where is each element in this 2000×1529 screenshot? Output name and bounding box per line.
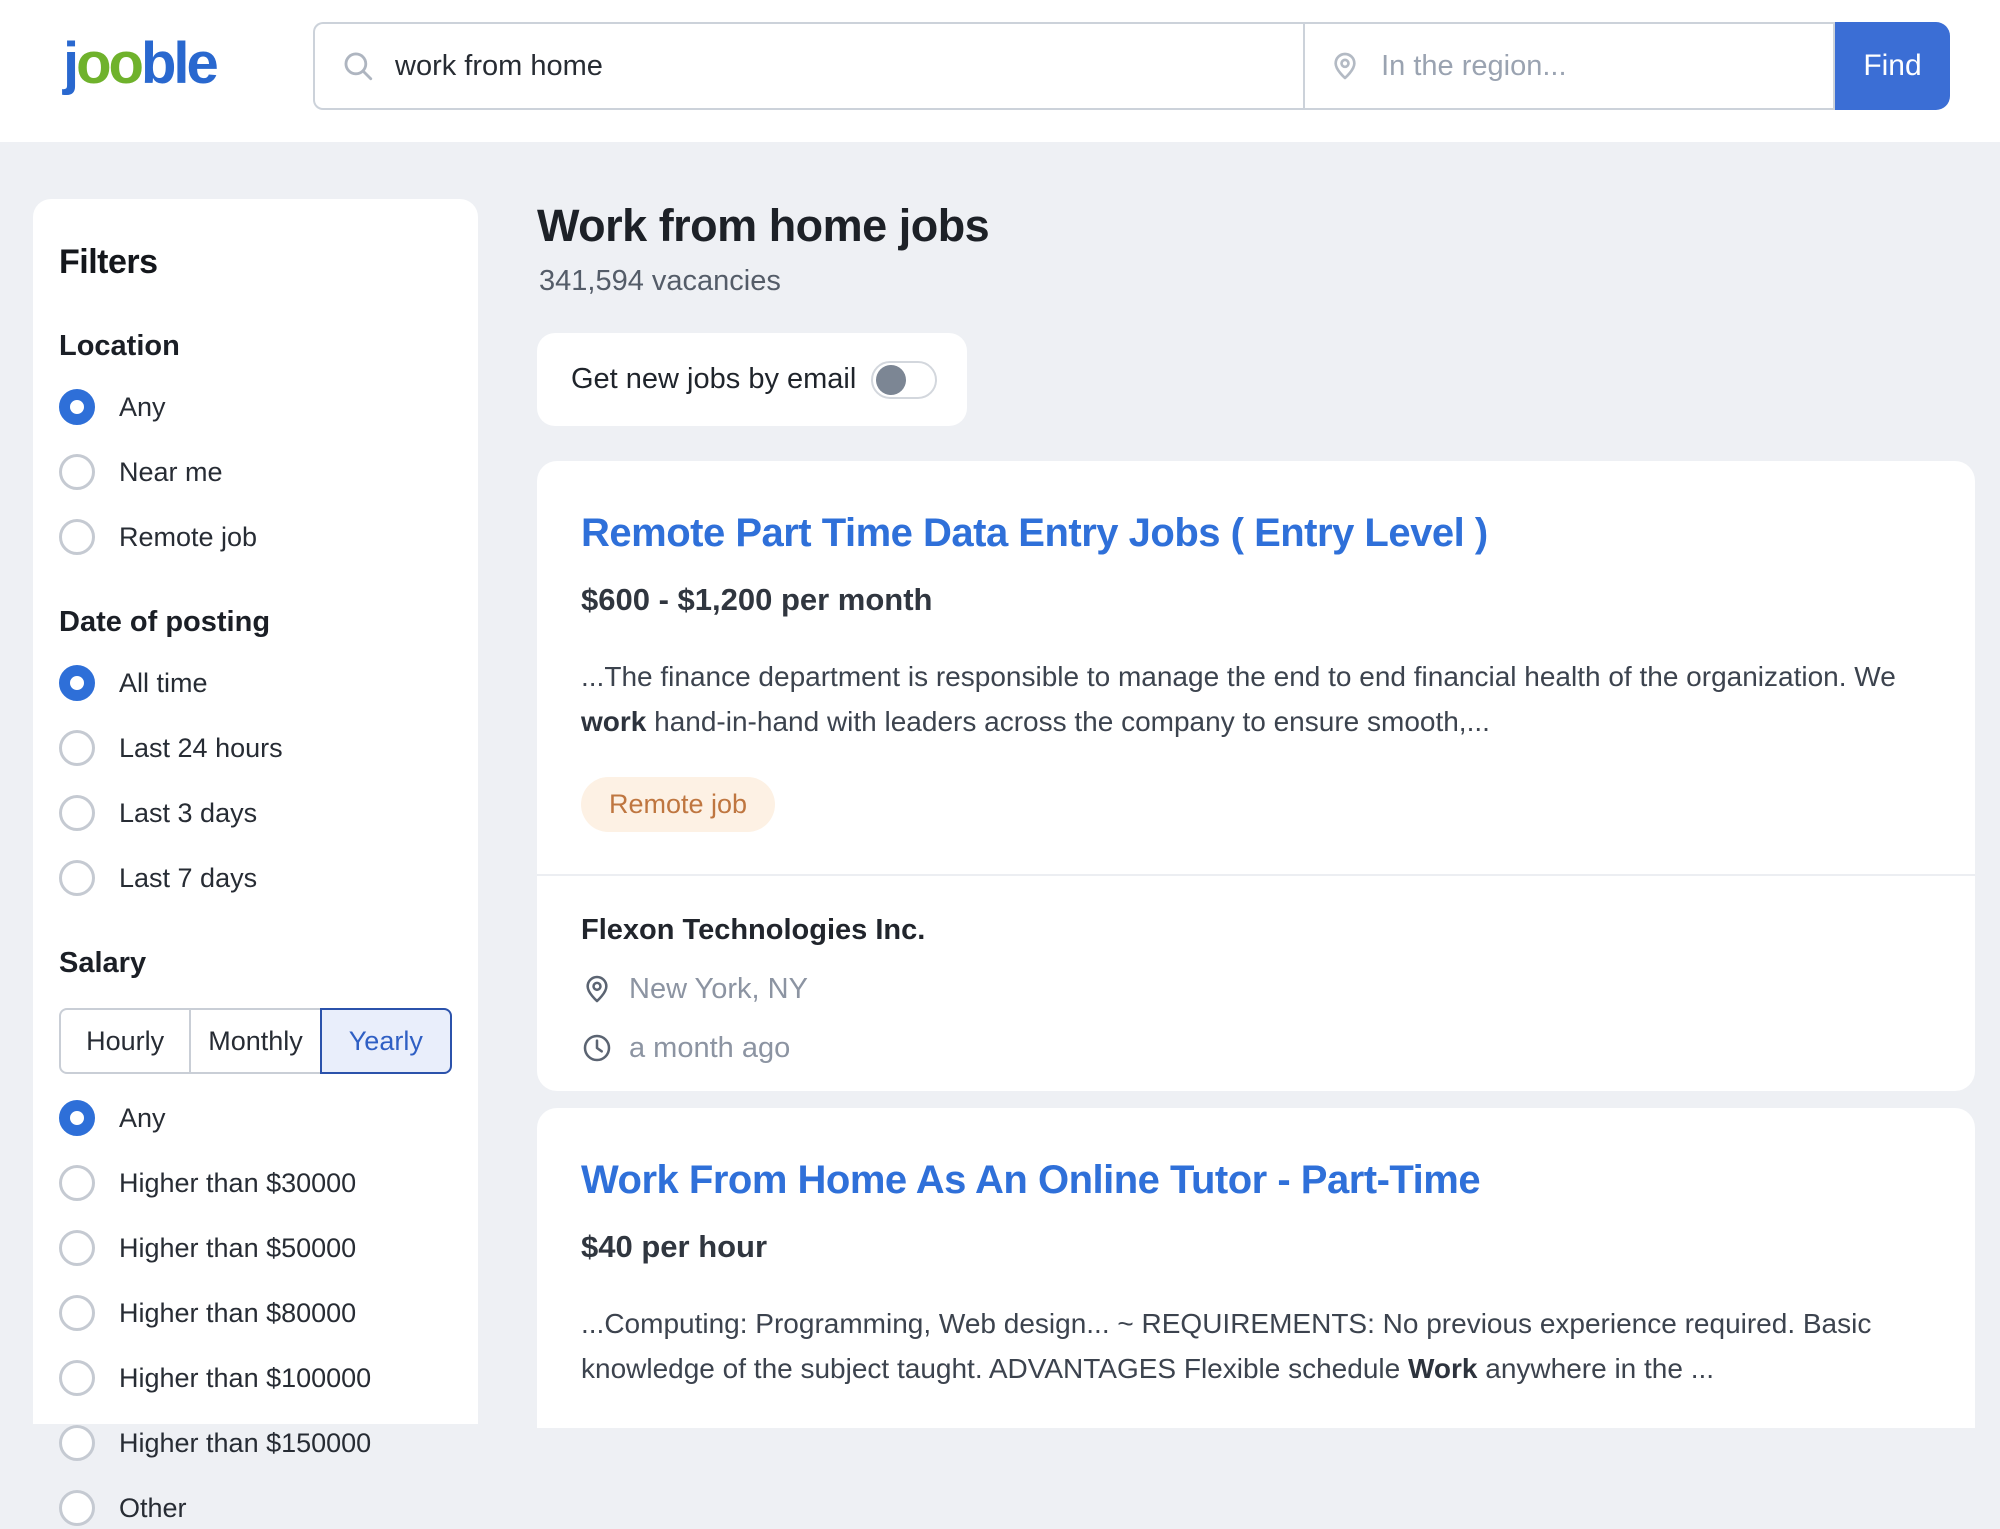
desc-highlight: work bbox=[581, 706, 646, 737]
date-option-last-7-days[interactable]: Last 7 days bbox=[59, 857, 452, 899]
location-option-remote-job[interactable]: Remote job bbox=[59, 516, 452, 558]
radio-label: Near me bbox=[119, 457, 223, 488]
job-description: ...Computing: Programming, Web design...… bbox=[581, 1301, 1931, 1392]
region-field-wrap bbox=[1303, 22, 1835, 110]
date-section-label: Date of posting bbox=[59, 606, 452, 639]
location-section-label: Location bbox=[59, 330, 452, 363]
keyword-field-wrap bbox=[313, 22, 1303, 110]
job-title-link[interactable]: Remote Part Time Data Entry Jobs ( Entry… bbox=[581, 461, 1931, 556]
date-option-last-24-hours[interactable]: Last 24 hours bbox=[59, 727, 452, 769]
location-pin-icon bbox=[1329, 50, 1361, 82]
desc-text: hand-in-hand with leaders across the com… bbox=[646, 706, 1490, 737]
radio-label: Any bbox=[119, 1103, 166, 1134]
search-icon bbox=[341, 49, 375, 83]
clock-icon bbox=[581, 1032, 613, 1064]
salary-option-30000[interactable]: Higher than $30000 bbox=[59, 1162, 452, 1204]
jooble-logo[interactable]: jooble bbox=[63, 30, 216, 97]
top-header: jooble Find bbox=[0, 0, 2000, 142]
salary-option-150000[interactable]: Higher than $150000 bbox=[59, 1422, 452, 1464]
email-subscribe-toggle[interactable] bbox=[871, 361, 937, 399]
job-posted: a month ago bbox=[629, 1032, 790, 1065]
job-title-link[interactable]: Work From Home As An Online Tutor - Part… bbox=[581, 1108, 1931, 1203]
email-subscribe-label: Get new jobs by email bbox=[571, 363, 856, 396]
salary-tab-hourly[interactable]: Hourly bbox=[59, 1008, 191, 1074]
vacancies-count: 341,594 vacancies bbox=[539, 265, 781, 298]
job-description: ...The finance department is responsible… bbox=[581, 654, 1931, 745]
map-pin-icon bbox=[581, 973, 613, 1005]
radio-label: Higher than $100000 bbox=[119, 1363, 371, 1394]
salary-section-label: Salary bbox=[59, 947, 452, 980]
logo-part-2: oo bbox=[76, 31, 141, 96]
radio-icon bbox=[59, 1490, 95, 1526]
salary-option-50000[interactable]: Higher than $50000 bbox=[59, 1227, 452, 1269]
region-input[interactable] bbox=[1381, 50, 1809, 83]
salary-option-100000[interactable]: Higher than $100000 bbox=[59, 1357, 452, 1399]
search-bar: Find bbox=[313, 22, 1950, 110]
job-card: Work From Home As An Online Tutor - Part… bbox=[537, 1108, 1975, 1428]
email-subscribe-card: Get new jobs by email bbox=[537, 333, 967, 426]
job-salary: $40 per hour bbox=[581, 1229, 1931, 1265]
logo-part-1: j bbox=[63, 31, 76, 96]
desc-text: anywhere in the ... bbox=[1477, 1353, 1714, 1384]
card-divider bbox=[537, 874, 1975, 876]
job-salary: $600 - $1,200 per month bbox=[581, 582, 1931, 618]
radio-icon bbox=[59, 1360, 95, 1396]
job-posted-row: a month ago bbox=[581, 1032, 1931, 1065]
radio-label: All time bbox=[119, 668, 208, 699]
filters-title: Filters bbox=[59, 243, 452, 282]
desc-text: ...The finance department is responsible… bbox=[581, 661, 1896, 692]
job-location-row: New York, NY bbox=[581, 973, 1931, 1006]
salary-tab-monthly[interactable]: Monthly bbox=[189, 1008, 321, 1074]
radio-icon bbox=[59, 730, 95, 766]
location-option-any[interactable]: Any bbox=[59, 386, 452, 428]
search-input[interactable] bbox=[395, 50, 1277, 83]
job-card: Remote Part Time Data Entry Jobs ( Entry… bbox=[537, 461, 1975, 1091]
radio-label: Last 24 hours bbox=[119, 733, 283, 764]
logo-part-3: ble bbox=[141, 31, 216, 96]
radio-icon bbox=[59, 1165, 95, 1201]
radio-label: Higher than $80000 bbox=[119, 1298, 356, 1329]
radio-icon bbox=[59, 1425, 95, 1461]
job-location: New York, NY bbox=[629, 973, 808, 1006]
date-option-last-3-days[interactable]: Last 3 days bbox=[59, 792, 452, 834]
salary-option-80000[interactable]: Higher than $80000 bbox=[59, 1292, 452, 1334]
date-option-all-time[interactable]: All time bbox=[59, 662, 452, 704]
radio-label: Higher than $150000 bbox=[119, 1428, 371, 1459]
company-name: Flexon Technologies Inc. bbox=[581, 914, 1931, 947]
radio-icon bbox=[59, 860, 95, 896]
radio-label: Higher than $30000 bbox=[119, 1168, 356, 1199]
find-button[interactable]: Find bbox=[1835, 22, 1950, 110]
radio-icon bbox=[59, 795, 95, 831]
desc-highlight: Work bbox=[1408, 1353, 1478, 1384]
radio-icon bbox=[59, 665, 95, 701]
radio-label: Any bbox=[119, 392, 166, 423]
salary-tab-yearly[interactable]: Yearly bbox=[320, 1008, 452, 1074]
salary-option-any[interactable]: Any bbox=[59, 1097, 452, 1139]
radio-label: Higher than $50000 bbox=[119, 1233, 356, 1264]
page-title: Work from home jobs bbox=[537, 200, 989, 252]
radio-icon bbox=[59, 1100, 95, 1136]
radio-icon bbox=[59, 1230, 95, 1266]
radio-icon bbox=[59, 389, 95, 425]
radio-icon bbox=[59, 519, 95, 555]
salary-option-other[interactable]: Other bbox=[59, 1487, 452, 1529]
radio-label: Remote job bbox=[119, 522, 257, 553]
radio-label: Last 3 days bbox=[119, 798, 257, 829]
radio-label: Other bbox=[119, 1493, 187, 1524]
remote-job-badge: Remote job bbox=[581, 777, 775, 832]
toggle-knob bbox=[876, 365, 906, 395]
filters-panel: Filters Location Any Near me Remote job … bbox=[33, 199, 478, 1424]
radio-icon bbox=[59, 454, 95, 490]
location-option-near-me[interactable]: Near me bbox=[59, 451, 452, 493]
radio-icon bbox=[59, 1295, 95, 1331]
salary-period-control: Hourly Monthly Yearly bbox=[59, 1008, 452, 1074]
radio-label: Last 7 days bbox=[119, 863, 257, 894]
